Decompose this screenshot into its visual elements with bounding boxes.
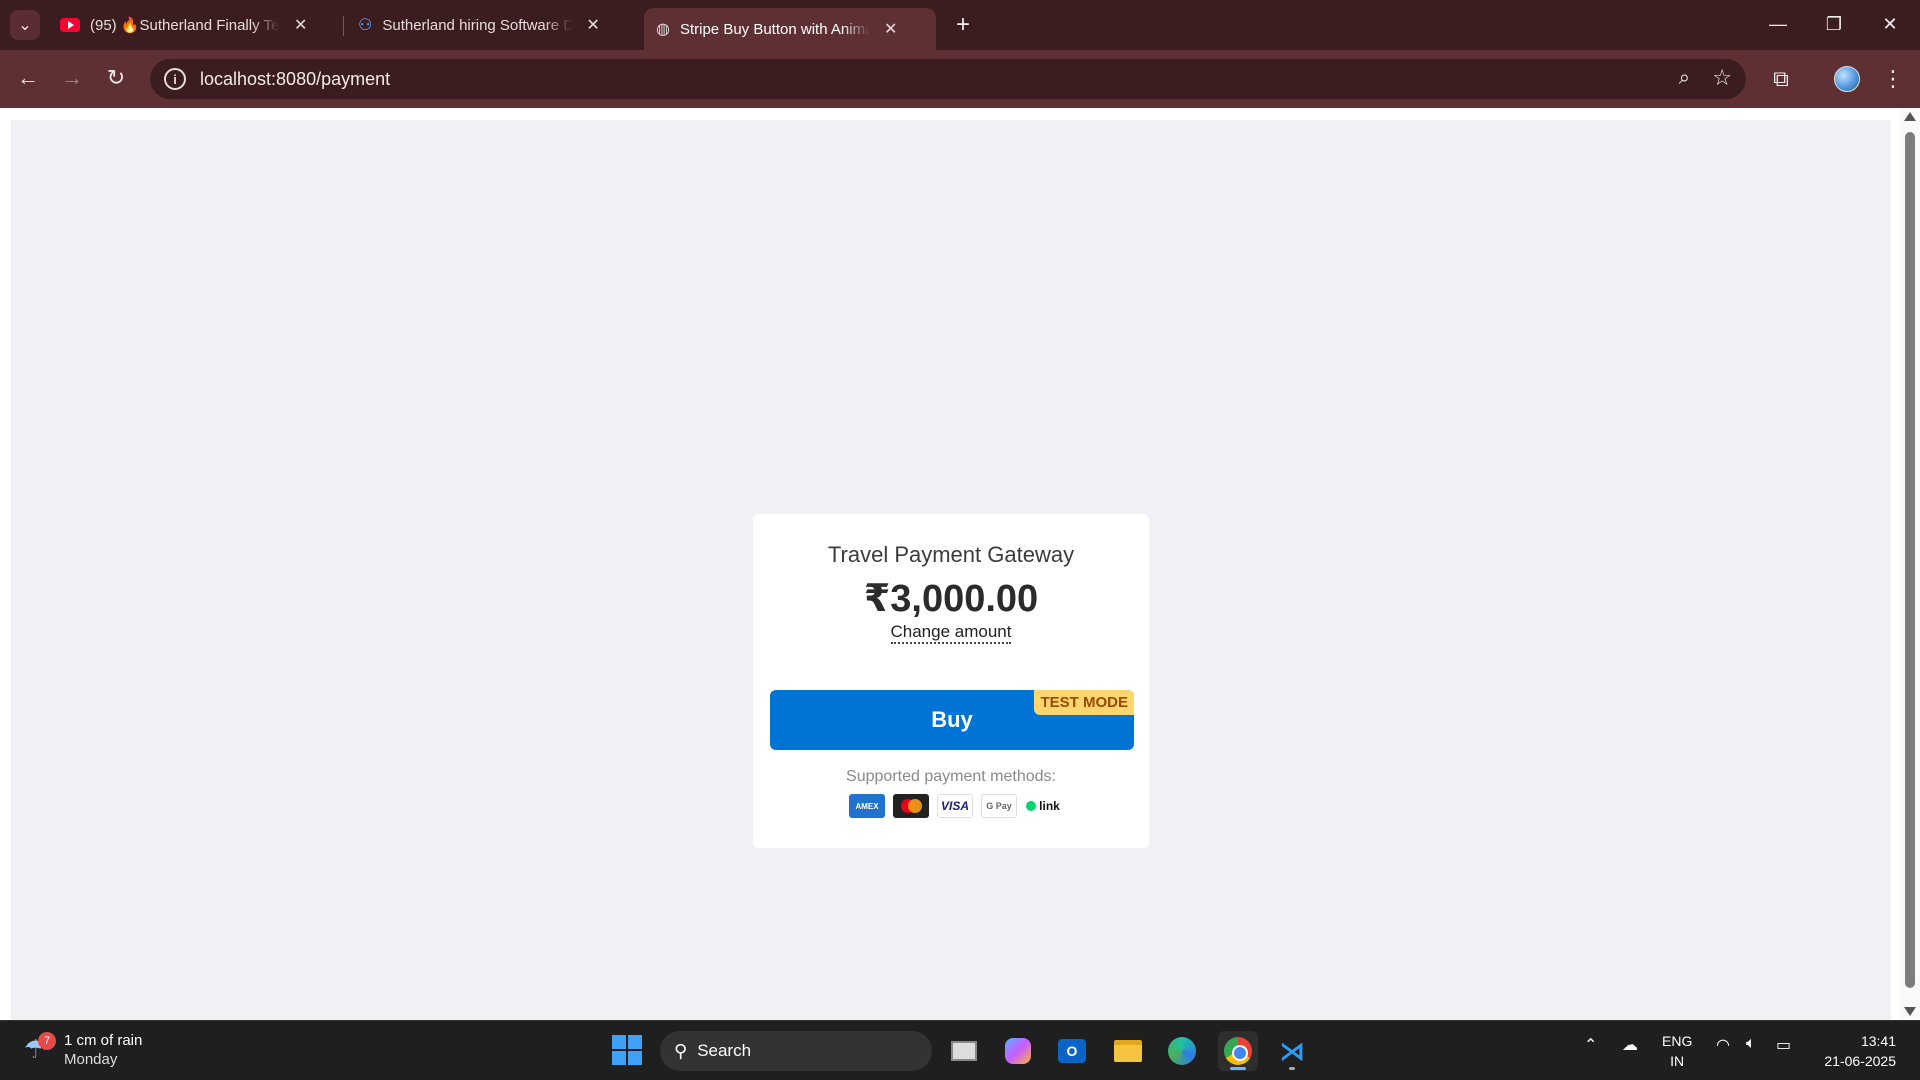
job-site-icon: ⚇ <box>358 17 373 34</box>
tab-separator <box>343 16 344 36</box>
payment-methods-row: AMEX VISA G Pay link <box>849 794 1061 818</box>
tab-search-button[interactable]: ⌄ <box>10 10 40 40</box>
tab-strip: ⌄ (95) 🔥Sutherland Finally Tech Hiring ✕… <box>0 0 1920 50</box>
outlook-app[interactable]: O <box>1052 1031 1092 1071</box>
windows-taskbar: ☂ 7 1 cm of rain Monday ⚲ Search O ⋊ ⌃ ☁… <box>0 1020 1920 1080</box>
edge-icon <box>1168 1037 1196 1065</box>
active-indicator <box>1230 1067 1246 1070</box>
plus-icon: + <box>955 11 970 38</box>
folder-icon <box>1114 1040 1142 1062</box>
address-bar[interactable]: i localhost:8080/payment ⌕ ☆ <box>150 59 1746 99</box>
search-placeholder: Search <box>697 1041 752 1060</box>
tab-stripe-buy-button[interactable]: ◍ Stripe Buy Button with Animation ✕ <box>644 8 936 50</box>
buy-label: Buy <box>931 707 973 732</box>
wifi-icon[interactable]: ◠ <box>1716 1035 1730 1055</box>
chrome-app[interactable] <box>1218 1031 1258 1071</box>
outlook-icon: O <box>1058 1039 1086 1063</box>
visa-icon: VISA <box>937 794 973 818</box>
tab-title: Stripe Buy Button with Animation <box>679 20 870 38</box>
card-title: Travel Payment Gateway <box>827 542 1075 567</box>
bookmark-star-icon[interactable]: ☆ <box>1712 65 1732 91</box>
windows-logo-icon <box>612 1035 626 1049</box>
chevron-down-icon: ⌄ <box>18 17 32 34</box>
zoom-icon[interactable]: ⌕ <box>1679 67 1690 90</box>
globe-icon: ◍ <box>656 21 670 38</box>
close-icon: ✕ <box>1882 13 1898 34</box>
change-amount-link[interactable]: Change amount <box>890 622 1012 644</box>
clock-date: 21-06-2025 <box>1824 1053 1896 1069</box>
youtube-icon <box>60 18 80 32</box>
minimize-icon: — <box>1769 13 1787 34</box>
clock-time: 13:41 <box>1860 1033 1896 1049</box>
copilot-icon <box>1005 1038 1031 1064</box>
edge-app[interactable] <box>1162 1031 1202 1071</box>
arrow-left-icon: ← <box>17 65 39 90</box>
scroll-thumb[interactable] <box>1905 132 1915 988</box>
vertical-scrollbar[interactable] <box>1900 108 1920 1020</box>
extensions-icon[interactable]: ⧉ <box>1766 64 1796 94</box>
vscode-icon: ⋊ <box>1279 1035 1305 1066</box>
amount-value: ₹3,000.00 <box>863 578 1039 620</box>
mastercard-icon <box>893 794 929 818</box>
task-view-button[interactable] <box>944 1031 984 1071</box>
restore-button[interactable]: ❐ <box>1814 8 1854 40</box>
tab-youtube[interactable]: (95) 🔥Sutherland Finally Tech Hiring ✕ <box>48 8 319 42</box>
buy-button[interactable]: Buy TEST MODE <box>770 690 1134 750</box>
tab-sutherland-job[interactable]: ⚇ Sutherland hiring Software Developer ✕ <box>346 8 612 42</box>
language-indicator[interactable]: ENG IN <box>1662 1031 1692 1071</box>
chrome-icon <box>1224 1037 1252 1065</box>
change-amount-wrapper: Change amount <box>753 622 1149 644</box>
scroll-down-arrow-icon[interactable] <box>1904 1007 1916 1016</box>
chevron-up-icon[interactable]: ⌃ <box>1584 1035 1597 1055</box>
supported-methods-label: Supported payment methods: <box>846 768 1056 785</box>
umbrella-icon: ☂ 7 <box>24 1032 56 1066</box>
menu-icon[interactable]: ⋮ <box>1878 64 1908 94</box>
weather-line2: Monday <box>64 1051 118 1068</box>
link-icon: link <box>1025 794 1061 818</box>
profile-avatar[interactable] <box>1834 66 1860 92</box>
url-text[interactable]: localhost:8080/payment <box>200 69 390 90</box>
close-icon[interactable]: ✕ <box>884 19 897 39</box>
volume-icon[interactable]: 🔈︎ <box>1746 1035 1756 1053</box>
page-viewport: Travel Payment Gateway ₹3,000.00 Change … <box>0 108 1920 1020</box>
task-view-icon <box>951 1041 977 1061</box>
forward-button[interactable]: → <box>56 62 88 94</box>
system-clock[interactable]: 13:41 21-06-2025 <box>1814 1031 1896 1071</box>
link-label: link <box>1039 799 1060 813</box>
weather-line1: 1 cm of rain <box>64 1032 143 1049</box>
close-icon[interactable]: ✕ <box>586 15 599 35</box>
browser-toolbar: ← → ↻ i localhost:8080/payment ⌕ ☆ ⧉ ⋮ <box>0 50 1920 108</box>
site-info-icon[interactable]: i <box>164 68 186 90</box>
arrow-right-icon: → <box>61 65 83 90</box>
start-button[interactable] <box>612 1035 642 1065</box>
back-button[interactable]: ← <box>12 62 44 94</box>
google-pay-icon: G Pay <box>981 794 1017 818</box>
restore-icon: ❐ <box>1825 13 1843 34</box>
close-window-button[interactable]: ✕ <box>1870 8 1910 40</box>
tab-title: (95) 🔥Sutherland Finally Tech Hiring <box>90 17 280 34</box>
onedrive-icon[interactable]: ☁ <box>1622 1035 1638 1055</box>
close-icon[interactable]: ✕ <box>294 15 307 35</box>
minimize-button[interactable]: — <box>1758 8 1798 40</box>
vscode-app[interactable]: ⋊ <box>1272 1031 1312 1071</box>
lang-line2: IN <box>1670 1053 1685 1069</box>
lang-line1: ENG <box>1662 1033 1693 1049</box>
test-mode-badge: TEST MODE <box>1034 690 1134 715</box>
search-icon: ⚲ <box>674 1040 688 1061</box>
file-explorer-app[interactable] <box>1108 1031 1148 1071</box>
new-tab-button[interactable]: + <box>950 11 976 38</box>
reload-button[interactable]: ↻ <box>100 62 132 94</box>
reload-icon: ↻ <box>106 65 126 90</box>
weather-badge: 7 <box>38 1032 56 1050</box>
weather-widget[interactable]: ☂ 7 1 cm of rain Monday <box>24 1031 142 1069</box>
amex-icon: AMEX <box>849 794 885 818</box>
taskbar-search[interactable]: ⚲ Search <box>660 1031 932 1071</box>
tab-title: Sutherland hiring Software Developer <box>382 16 573 34</box>
running-indicator <box>1289 1067 1295 1070</box>
copilot-app[interactable] <box>998 1031 1038 1071</box>
payment-card: Travel Payment Gateway ₹3,000.00 Change … <box>753 514 1149 848</box>
battery-icon[interactable]: ▭ <box>1776 1035 1791 1055</box>
scroll-up-arrow-icon[interactable] <box>1904 112 1916 121</box>
